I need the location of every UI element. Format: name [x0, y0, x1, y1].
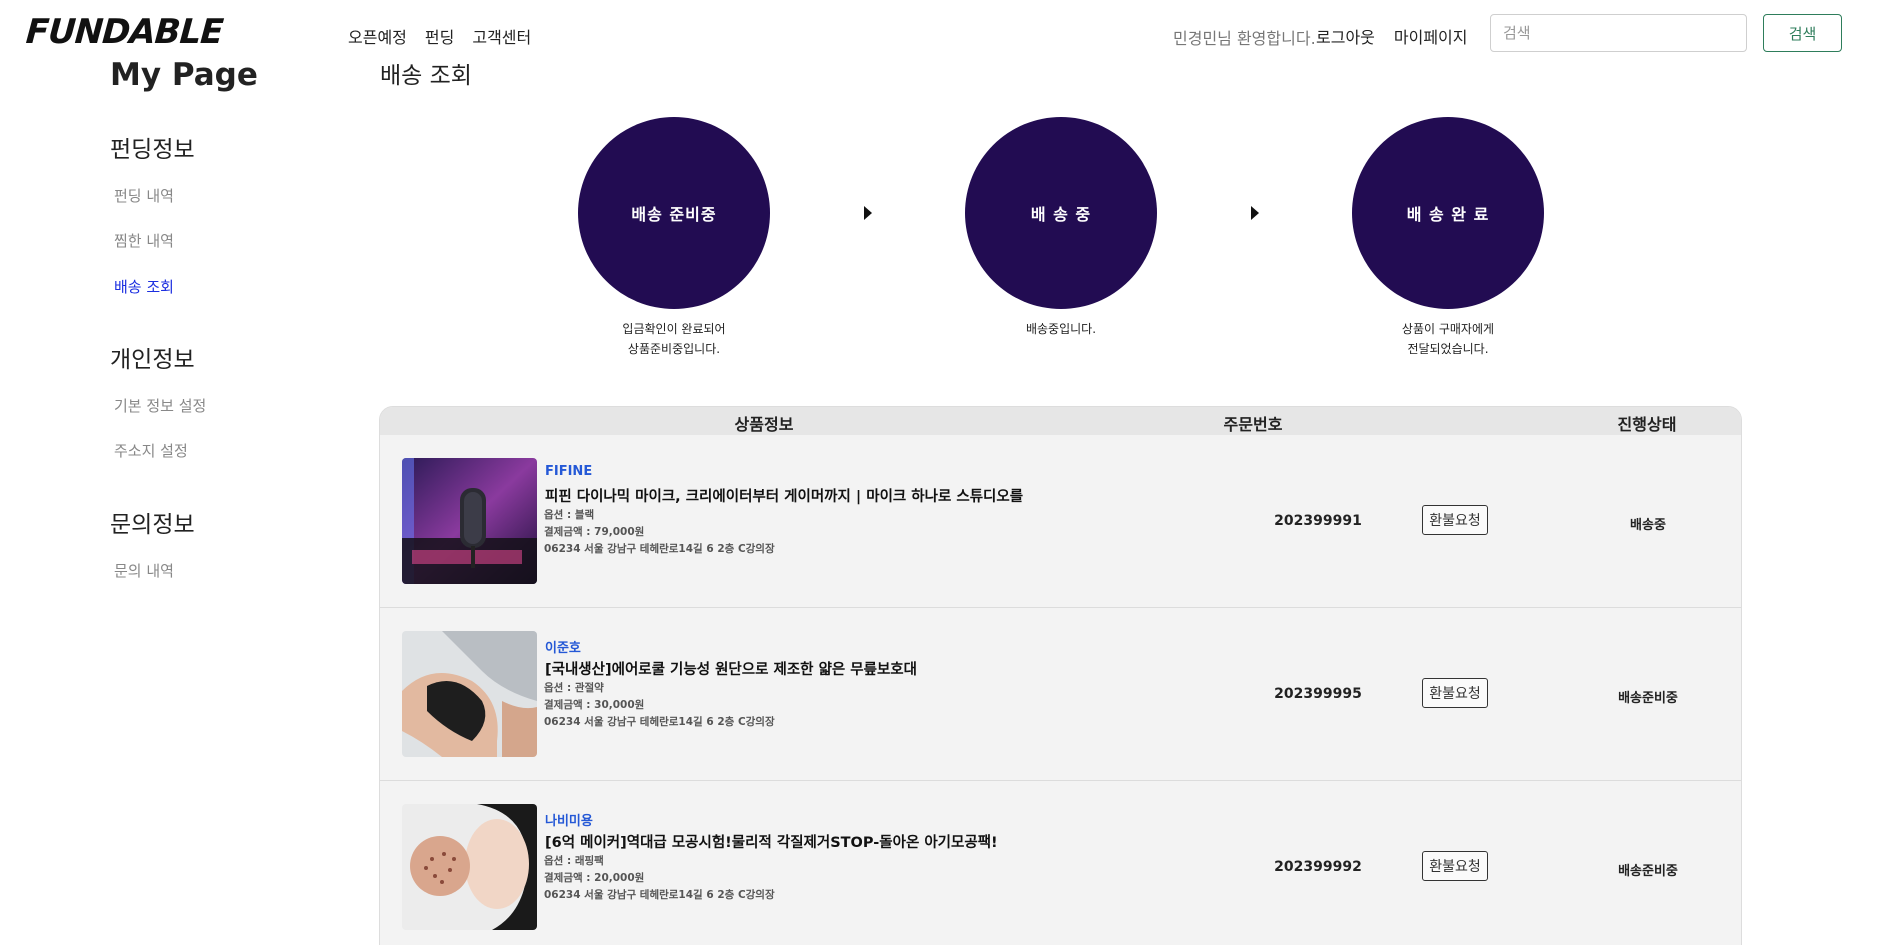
- refund-request-button[interactable]: 환불요청: [1422, 851, 1488, 881]
- logo[interactable]: FUNDABLE: [25, 12, 224, 52]
- sidebar-item-wishlist[interactable]: 찜한 내역: [114, 230, 174, 251]
- product-price: 결제금액 : 30,000원: [544, 699, 645, 711]
- product-option: 옵션 : 관절약: [544, 682, 604, 694]
- order-table: 상품정보 주문번호 진행상태 FIFINE 피핀 다이나믹 마이크, 크리에이터…: [379, 406, 1742, 945]
- brand-name[interactable]: 이준호: [545, 637, 581, 656]
- step-desc-line: 배송중입니다.: [1025, 322, 1097, 336]
- mypage-title: My Page: [110, 57, 258, 93]
- step-desc-line: 상품이 구매자에게: [1401, 322, 1495, 336]
- shipping-address: 06234 서울 강남구 테헤란로14길 6 2층 C강의장: [544, 716, 775, 728]
- product-option: 옵션 : 블랙: [544, 509, 595, 521]
- status-badge: 배송준비중: [1618, 864, 1678, 879]
- step-label: 배 송 완 료: [1406, 205, 1490, 224]
- step-preparing: 배송 준비중: [578, 117, 770, 309]
- product-thumbnail-microphone[interactable]: [402, 458, 537, 584]
- refund-request-button[interactable]: 환불요청: [1422, 505, 1488, 535]
- microphone-image: [402, 458, 537, 584]
- refund-request-button[interactable]: 환불요청: [1422, 678, 1488, 708]
- product-thumbnail-knee-support[interactable]: [402, 631, 537, 757]
- product-details: 옵션 : 블랙 결제금액 : 79,000원 06234 서울 강남구 테헤란로…: [544, 507, 775, 558]
- section-inquiry-info: 문의정보: [110, 512, 195, 538]
- search-input[interactable]: [1490, 14, 1747, 52]
- sidebar-item-inquiry-history[interactable]: 문의 내역: [114, 560, 174, 581]
- product-name[interactable]: 피핀 다이나믹 마이크, 크리에이터부터 게이머까지 | 마이크 하나로 스튜디…: [545, 485, 1023, 506]
- order-number: 202399992: [1274, 859, 1362, 875]
- product-option: 옵션 : 래핑팩: [544, 855, 604, 867]
- product-thumbnail-pore-pack[interactable]: [402, 804, 537, 930]
- sidebar-item-address-settings[interactable]: 주소지 설정: [114, 440, 188, 461]
- shipping-address: 06234 서울 강남구 테헤란로14길 6 2층 C강의장: [544, 543, 775, 555]
- product-details: 옵션 : 래핑팩 결제금액 : 20,000원 06234 서울 강남구 테헤란…: [544, 853, 775, 904]
- sidebar-item-delivery-tracking[interactable]: 배송 조회: [114, 276, 174, 297]
- product-price: 결제금액 : 20,000원: [544, 872, 645, 884]
- shipping-address: 06234 서울 강남구 테헤란로14길 6 2층 C강의장: [544, 889, 775, 901]
- header-product: 상품정보: [734, 415, 794, 434]
- header-status: 진행상태: [1617, 415, 1677, 434]
- step-delivered: 배 송 완 료: [1352, 117, 1544, 309]
- status-badge: 배송준비중: [1618, 691, 1678, 706]
- nav-funding[interactable]: 펀딩: [425, 24, 454, 48]
- table-row: FIFINE 피핀 다이나믹 마이크, 크리에이터부터 게이머까지 | 마이크 …: [380, 435, 1741, 608]
- step-desc-line: 입금확인이 완료되어: [622, 322, 726, 336]
- logout-link[interactable]: 로그아웃: [1316, 24, 1375, 48]
- nav-support[interactable]: 고객센터: [472, 24, 531, 48]
- header-order-no: 주문번호: [1223, 415, 1283, 434]
- pore-pack-image: [402, 804, 537, 930]
- sidebar-item-funding-history[interactable]: 펀딩 내역: [114, 185, 174, 206]
- table-row: 이준호 [국내생산]에어로쿨 기능성 원단으로 제조한 얇은 무릎보호대 옵션 …: [380, 608, 1741, 781]
- section-funding-info: 펀딩정보: [110, 137, 195, 163]
- arrow-right-icon: [1251, 206, 1259, 220]
- status-badge: 배송중: [1630, 518, 1666, 533]
- table-row: 나비미용 [6억 메이커]역대급 모공시험!물리적 각질제거STOP-돌아온 아…: [380, 781, 1741, 945]
- welcome-text: 민경민님 환영합니다.: [1173, 29, 1316, 48]
- product-details: 옵션 : 관절약 결제금액 : 30,000원 06234 서울 강남구 테헤란…: [544, 680, 775, 731]
- table-header: 상품정보 주문번호 진행상태: [380, 407, 1741, 435]
- knee-support-image: [402, 631, 537, 757]
- step-label: 배 송 중: [1030, 205, 1092, 224]
- step-shipping-desc: 배송중입니다.: [965, 319, 1157, 339]
- step-delivered-desc: 상품이 구매자에게 전달되었습니다.: [1352, 319, 1544, 359]
- step-desc-line: 상품준비중입니다.: [627, 342, 721, 356]
- brand-name[interactable]: FIFINE: [545, 464, 592, 479]
- page-title: 배송 조회: [380, 63, 472, 89]
- brand-name[interactable]: 나비미용: [545, 810, 593, 829]
- step-label: 배송 준비중: [631, 205, 717, 224]
- order-number: 202399995: [1274, 686, 1362, 702]
- step-shipping: 배 송 중: [965, 117, 1157, 309]
- product-name[interactable]: [국내생산]에어로쿨 기능성 원단으로 제조한 얇은 무릎보호대: [545, 658, 917, 679]
- product-name[interactable]: [6억 메이커]역대급 모공시험!물리적 각질제거STOP-돌아온 아기모공팩!: [545, 831, 998, 852]
- user-links: 로그아웃 마이페이지: [1316, 24, 1468, 48]
- nav-upcoming[interactable]: 오픈예정: [348, 24, 407, 48]
- search-button[interactable]: 검색: [1763, 14, 1842, 52]
- sidebar-item-basic-settings[interactable]: 기본 정보 설정: [114, 395, 206, 416]
- mypage-link[interactable]: 마이페이지: [1394, 24, 1468, 48]
- product-price: 결제금액 : 79,000원: [544, 526, 645, 538]
- arrow-right-icon: [864, 206, 872, 220]
- top-nav: 오픈예정 펀딩 고객센터: [348, 24, 531, 48]
- section-personal-info: 개인정보: [110, 347, 195, 373]
- step-preparing-desc: 입금확인이 완료되어 상품준비중입니다.: [578, 319, 770, 359]
- order-number: 202399991: [1274, 513, 1362, 529]
- step-desc-line: 전달되었습니다.: [1407, 342, 1489, 356]
